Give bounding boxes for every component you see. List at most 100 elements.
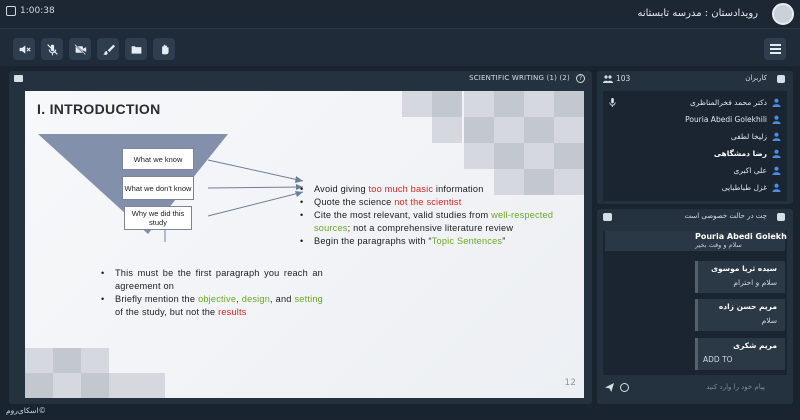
user-row[interactable]: دکتر محمد فخرالمناظری <box>603 95 787 111</box>
bullet-text: design <box>241 294 271 304</box>
chat-icon <box>603 213 612 221</box>
presentation-header: SCIENTIFIC WRITING (1) (2) ? <box>9 71 592 87</box>
panel-toggle-icon[interactable] <box>777 75 785 83</box>
bullet-text: setting <box>294 294 323 304</box>
hamburger-icon <box>769 44 781 46</box>
users-panel: 103 کاربران دکتر محمد فخرالمناظری Pouria … <box>597 71 793 204</box>
camera-muted-icon <box>73 43 86 55</box>
user-icon <box>772 149 781 158</box>
user-name: علی اکبری <box>733 166 767 175</box>
bullet-item: Quote the science not the scientist <box>300 196 554 209</box>
slide-heading: I. INTRODUCTION <box>37 101 161 117</box>
user-count: 103 <box>603 74 630 83</box>
footer-brand: ©اسکای‌روم <box>6 406 47 415</box>
bullet-text: information <box>433 184 484 194</box>
chat-panel-header: چت در حالت خصوصی است <box>597 209 793 225</box>
user-row[interactable]: علی اکبری <box>603 163 787 179</box>
user-row[interactable]: Pouria Abedi Golekhili <box>603 112 787 128</box>
funnel-box: What we know <box>122 148 194 170</box>
users-panel-header: 103 کاربران <box>597 71 793 87</box>
bullet-item: Avoid giving too much basic information <box>300 183 554 196</box>
panel-toggle-icon[interactable] <box>777 213 785 221</box>
mic-icon <box>609 98 616 107</box>
slide: I. INTRODUCTION What we know What we don… <box>25 91 584 398</box>
decorative-cubes <box>25 348 165 398</box>
message-text: سلام <box>761 316 777 325</box>
speaker-muted-icon <box>19 44 31 54</box>
users-icon <box>603 74 613 83</box>
stop-square-icon <box>6 6 16 16</box>
emoji-icon[interactable] <box>620 383 629 392</box>
bullet-text: of the study, but not the <box>115 307 219 317</box>
chat-panel-title: چت در حالت خصوصی است <box>684 212 767 220</box>
hand-icon <box>161 44 169 54</box>
user-name: Pouria Abedi Golekhili <box>685 115 767 124</box>
presentation-title: SCIENTIFIC WRITING (1) (2) <box>469 74 570 82</box>
room-title: رویدادستان : مدرسه تابستانه <box>637 8 758 19</box>
message-text: سلام و احترام <box>733 278 777 287</box>
users-panel-title: کاربران <box>745 74 767 82</box>
bullet-text: objective <box>198 294 237 304</box>
message-sender: مریم حسن زاده <box>718 302 777 311</box>
funnel-box: Why we did this study <box>124 206 192 230</box>
bullet-text: ” <box>502 236 506 246</box>
toolbar <box>0 28 800 66</box>
session-timer: 1:00:38 <box>6 6 55 16</box>
chat-message: سیده ثریا موسوی سلام و احترام <box>695 261 785 293</box>
bullet-list-left: This must be the first paragraph you rea… <box>101 267 323 319</box>
bullet-text: Avoid giving <box>314 184 369 194</box>
brush-icon <box>102 44 115 55</box>
speaker-off-button[interactable] <box>13 38 35 60</box>
bullet-item: Cite the most relevant, valid studies fr… <box>300 209 554 235</box>
chat-message: Pouria Abedi Golekhili سلام و وقت بخیر <box>605 231 787 251</box>
user-count-value: 103 <box>616 74 631 83</box>
chat-input[interactable]: پیام خود را وارد کنید <box>706 383 765 391</box>
bullet-item: This must be the first paragraph you rea… <box>101 267 323 293</box>
bullet-text: Briefly mention the <box>115 294 199 304</box>
user-row[interactable]: زلیخا لطفی <box>603 129 787 145</box>
chat-input-bar: پیام خود را وارد کنید <box>603 379 787 397</box>
top-bar: 1:00:38 رویدادستان : مدرسه تابستانه <box>0 0 800 28</box>
bullet-text: ; not a comprehensive literature review <box>347 223 514 233</box>
help-icon[interactable]: ? <box>576 74 585 83</box>
message-sender: مریم شکری <box>733 341 777 350</box>
bullet-item: Briefly mention the objective, design, a… <box>101 293 323 319</box>
user-list[interactable]: دکتر محمد فخرالمناظری Pouria Abedi Golekh… <box>603 91 787 201</box>
user-name: زلیخا لطفی <box>730 132 767 141</box>
chat-message: مریم شکری ADD TO <box>695 338 785 370</box>
bullet-text: , and <box>270 294 295 304</box>
folder-icon[interactable] <box>14 75 23 82</box>
bullet-text: Quote the science <box>314 197 395 207</box>
camera-off-button[interactable] <box>69 38 91 60</box>
user-name: غزل طباطبایی <box>721 183 767 192</box>
raise-hand-button[interactable] <box>153 38 175 60</box>
bullet-text: not the scientist <box>394 197 462 207</box>
user-row[interactable]: رضا دمشگاهی <box>603 146 787 162</box>
user-row[interactable]: غزل طباطبایی <box>603 180 787 196</box>
bullet-text: results <box>218 307 247 317</box>
slide-number: 12 <box>564 378 576 388</box>
bullet-text: Topic Sentences <box>431 236 503 246</box>
chat-panel: چت در حالت خصوصی است Pouria Abedi Golekh… <box>597 209 793 404</box>
send-icon[interactable] <box>605 383 614 392</box>
bullet-text: too much basic <box>368 184 434 194</box>
bullet-text: Begin the paragraphs with “ <box>314 236 432 246</box>
mic-muted-icon <box>46 43 58 55</box>
whiteboard-button[interactable] <box>97 38 119 60</box>
user-icon <box>772 132 781 141</box>
message-sender: Pouria Abedi Golekhili <box>695 232 787 241</box>
avatar[interactable] <box>772 3 794 25</box>
message-sender: سیده ثریا موسوی <box>711 264 777 273</box>
funnel-box: What we don't know <box>122 176 194 200</box>
user-icon <box>772 115 781 124</box>
files-button[interactable] <box>125 38 147 60</box>
message-text: سلام و وقت بخیر <box>695 241 742 249</box>
chat-message: مریم حسن زاده سلام <box>695 299 785 331</box>
message-text: ADD TO <box>703 355 733 364</box>
bullet-item: Begin the paragraphs with “Topic Sentenc… <box>300 235 554 248</box>
hamburger-menu-button[interactable] <box>764 38 786 60</box>
chat-messages[interactable]: Pouria Abedi Golekhili سلام و وقت بخیر س… <box>603 231 787 375</box>
user-name: دکتر محمد فخرالمناظری <box>689 98 767 107</box>
timer-text: 1:00:38 <box>20 6 55 16</box>
mic-off-button[interactable] <box>41 38 63 60</box>
